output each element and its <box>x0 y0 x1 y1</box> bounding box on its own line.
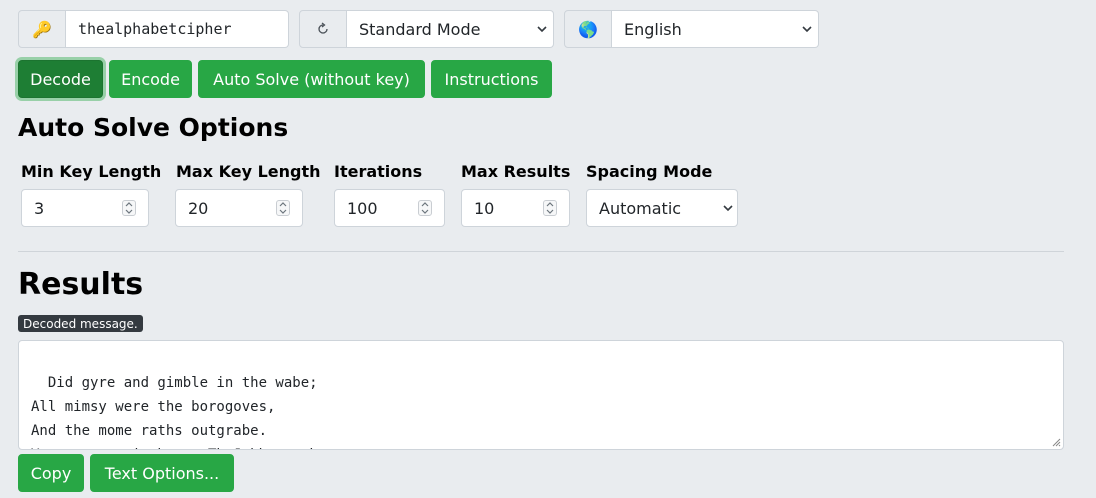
text-options-button[interactable]: Text Options... <box>90 454 234 492</box>
iterations-label: Iterations <box>334 162 423 181</box>
language-select[interactable]: English <box>612 10 819 48</box>
refresh-icon <box>299 10 347 48</box>
mode-select-group: Standard Mode <box>299 10 554 48</box>
results-textarea[interactable]: Did gyre and gimble in the wabe; All mim… <box>18 340 1064 450</box>
decode-button[interactable]: Decode <box>18 60 103 98</box>
language-select-group: 🌎 English <box>564 10 819 48</box>
results-heading: Results <box>18 267 144 302</box>
language-select-value: English <box>624 19 682 39</box>
auto-solve-button[interactable]: Auto Solve (without key) <box>198 60 425 98</box>
resize-grip-icon[interactable] <box>1051 437 1061 447</box>
stepper-icon[interactable] <box>543 200 557 216</box>
results-text: Did gyre and gimble in the wabe; All mim… <box>31 375 318 449</box>
copy-button[interactable]: Copy <box>18 454 84 492</box>
section-divider <box>18 251 1064 252</box>
status-badge: Decoded message. <box>18 315 143 332</box>
max-key-value: 20 <box>188 198 209 218</box>
max-results-label: Max Results <box>461 162 571 181</box>
encode-button[interactable]: Encode <box>109 60 192 98</box>
stepper-icon[interactable] <box>276 200 290 216</box>
chevron-down-icon <box>802 26 812 33</box>
key-input-group: 🔑 thealphabetcipher <box>18 10 289 48</box>
max-key-label: Max Key Length <box>176 162 321 181</box>
min-key-input[interactable]: 3 <box>21 189 149 227</box>
min-key-value: 3 <box>34 198 45 218</box>
max-key-input[interactable]: 20 <box>175 189 303 227</box>
max-results-value: 10 <box>474 198 495 218</box>
spacing-mode-value: Automatic <box>599 198 682 218</box>
mode-select[interactable]: Standard Mode <box>347 10 554 48</box>
spacing-mode-label: Spacing Mode <box>586 162 713 181</box>
key-input[interactable]: thealphabetcipher <box>66 10 289 48</box>
stepper-icon[interactable] <box>418 200 432 216</box>
iterations-value: 100 <box>347 198 378 218</box>
chevron-down-icon <box>537 26 547 33</box>
stepper-icon[interactable] <box>122 200 136 216</box>
key-icon: 🔑 <box>18 10 66 48</box>
max-results-input[interactable]: 10 <box>461 189 570 227</box>
globe-icon: 🌎 <box>564 10 612 48</box>
min-key-label: Min Key Length <box>21 162 162 181</box>
auto-solve-heading: Auto Solve Options <box>18 113 289 142</box>
instructions-button[interactable]: Instructions <box>431 60 552 98</box>
chevron-down-icon <box>723 205 733 212</box>
iterations-input[interactable]: 100 <box>334 189 445 227</box>
mode-select-value: Standard Mode <box>359 19 481 39</box>
spacing-mode-select[interactable]: Automatic <box>586 189 738 227</box>
